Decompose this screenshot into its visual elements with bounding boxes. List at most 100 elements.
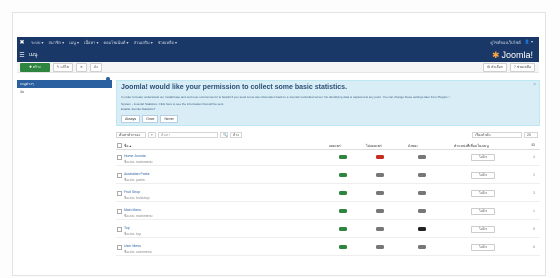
options-button[interactable]: ⚙ ตัวเลือก <box>482 62 507 72</box>
view-site-link[interactable]: ดูไซต์ของเว็บไซต์ <box>490 39 521 46</box>
published-count-badge[interactable] <box>339 227 347 231</box>
table-row: Home Joomla ชื่อเล่น: mainmenu ไม่มี ▾ 4 <box>116 151 540 166</box>
table-row: Main Menu ชื่อเล่น: mainmenu ไม่มี ▾ 1 <box>116 205 540 220</box>
page-title: เมนู <box>29 52 38 58</box>
col-unpublished: ไม่เผยแพร่ <box>366 144 382 148</box>
brand-text: Joomla! <box>501 50 533 60</box>
published-count-badge[interactable] <box>339 155 347 159</box>
statistics-notice: × Joomla! would like your permission to … <box>116 80 540 126</box>
table-row: Fruit Shop ชื่อเล่น: fruitshop ไม่มี ▾ 3 <box>116 187 540 202</box>
filter-options-button[interactable]: ค้นหาตัวกรอง <box>116 132 146 138</box>
sidebar-toggle-icon[interactable] <box>106 77 110 81</box>
row-checkbox[interactable] <box>117 173 122 178</box>
menu-components[interactable]: คอมโพเน้นท์ ▾ <box>103 39 128 46</box>
unpublished-count-badge[interactable] <box>376 245 384 249</box>
user-menu[interactable]: 👤 ▾ <box>525 39 533 46</box>
row-alias: ชื่อเล่น: fruitshop <box>124 195 150 200</box>
row-checkbox[interactable] <box>117 191 122 196</box>
delete-label: ✕ <box>80 65 83 69</box>
menu-menus[interactable]: เมนู ▾ <box>69 39 79 46</box>
menu-extensions[interactable]: ส่วนเสริม ▾ <box>134 39 153 46</box>
row-id: 2 <box>533 173 535 177</box>
delete-button[interactable]: ✕ <box>76 62 87 72</box>
trash-label: ถัง <box>93 65 98 69</box>
search-icon[interactable]: 🔍 <box>220 132 228 138</box>
trashed-count-badge[interactable] <box>418 209 426 213</box>
notice-question: Enable Joomla Statistics? <box>121 107 156 111</box>
list-icon: ☰ <box>19 52 25 59</box>
row-checkbox[interactable] <box>117 245 122 250</box>
unpublished-count-badge[interactable] <box>376 155 384 159</box>
row-id: 5 <box>533 227 535 231</box>
trashed-count-badge[interactable] <box>418 155 426 159</box>
row-alias: ชื่อเล่น: top <box>124 231 142 236</box>
linked-modules-select[interactable]: ไม่มี ▾ <box>471 244 495 251</box>
row-id: 4 <box>533 155 535 159</box>
table-row: Top ชื่อเล่น: top ไม่มี ▾ 5 <box>116 223 540 238</box>
trashed-count-badge[interactable] <box>418 191 426 195</box>
clear-button[interactable]: ล้าง <box>230 132 242 138</box>
close-icon[interactable]: × <box>533 82 536 88</box>
new-label: สร้าง <box>32 65 41 69</box>
trashed-count-badge[interactable] <box>418 173 426 177</box>
row-checkbox[interactable] <box>117 209 122 214</box>
top-menu-bar: ✖ ระบบ ▾ สมาชิก ▾ เมนู ▾ เนื้อหา ▾ คอมโพ… <box>17 37 539 48</box>
unpublished-count-badge[interactable] <box>376 173 384 177</box>
notice-text-1: In order to better understand our instal… <box>121 95 451 99</box>
once-button[interactable]: Once <box>142 115 159 123</box>
published-count-badge[interactable] <box>339 245 347 249</box>
row-title[interactable]: User Menu <box>124 244 141 248</box>
row-checkbox[interactable] <box>117 227 122 232</box>
trashed-count-badge[interactable] <box>418 227 426 231</box>
table-row: User Menu ชื่อเล่น: usermenu ไม่มี ▾ 6 <box>116 241 540 256</box>
col-title[interactable]: ชื่อ ▴ <box>124 143 131 149</box>
trashed-count-badge[interactable] <box>418 245 426 249</box>
new-button[interactable]: ✚ สร้าง <box>20 62 50 72</box>
always-button[interactable]: Always <box>121 115 141 123</box>
sidebar-item-items[interactable]: จัด <box>17 88 112 96</box>
limit-select[interactable]: 20 <box>524 132 538 138</box>
notice-text-2: System - Joomla! Statistics. Click here … <box>121 102 225 106</box>
unpublished-count-badge[interactable] <box>376 209 384 213</box>
sidebar-item-menus[interactable]: เมนูต่างๆ <box>17 80 112 88</box>
joomla-mini-icon[interactable]: ✖ <box>17 39 27 46</box>
search-input[interactable]: ค้นหา <box>158 132 218 138</box>
row-title[interactable]: Main Menu <box>124 208 141 212</box>
linked-modules-select[interactable]: ไม่มี ▾ <box>471 190 495 197</box>
joomla-logo: ✱ Joomla! <box>492 50 533 61</box>
help-button[interactable]: ? ช่วยเหลือ <box>509 62 535 72</box>
never-button[interactable]: Never <box>160 115 178 123</box>
select-all-checkbox[interactable] <box>117 143 122 148</box>
published-count-badge[interactable] <box>339 209 347 213</box>
col-id[interactable]: ID <box>532 143 536 147</box>
published-count-badge[interactable] <box>339 191 347 195</box>
row-alias: ชื่อเล่น: usermenu <box>124 249 152 254</box>
row-title[interactable]: Fruit Shop <box>124 190 140 194</box>
sort-select[interactable]: เรียงลำดับ <box>472 132 522 138</box>
unpublished-count-badge[interactable] <box>376 227 384 231</box>
unpublished-count-badge[interactable] <box>376 191 384 195</box>
col-trashed: ถังขยะ <box>408 144 419 148</box>
menu-users[interactable]: สมาชิก ▾ <box>49 39 65 46</box>
row-alias: ชื่อเล่น: mainmenu <box>124 213 153 218</box>
published-count-badge[interactable] <box>339 173 347 177</box>
menu-system[interactable]: ระบบ ▾ <box>31 39 44 46</box>
linked-modules-select[interactable]: ไม่มี ▾ <box>471 172 495 179</box>
menu-help[interactable]: ช่วยเหลือ ▾ <box>158 39 177 46</box>
trash-button[interactable]: ถัง <box>89 62 102 72</box>
top-menu: ระบบ ▾ สมาชิก ▾ เมนู ▾ เนื้อหา ▾ คอมโพเน… <box>31 39 177 46</box>
linked-modules-select[interactable]: ไม่มี ▾ <box>471 154 495 161</box>
row-title[interactable]: Home Joomla <box>124 154 146 158</box>
menu-content[interactable]: เนื้อหา ▾ <box>84 39 99 46</box>
row-title[interactable]: Top <box>124 226 130 230</box>
row-title[interactable]: Australian Parks <box>124 172 149 176</box>
col-published: เผยแพร่ <box>329 144 341 148</box>
table-row: Australian Parks ชื่อเล่น: parks ไม่มี ▾ 2 <box>116 169 540 184</box>
row-checkbox[interactable] <box>117 155 122 160</box>
filter-toggle-icon[interactable]: ▾ <box>148 132 156 138</box>
row-id: 6 <box>533 245 535 249</box>
edit-button[interactable]: ✎ แก้ไข <box>52 62 74 72</box>
linked-modules-select[interactable]: ไม่มี ▾ <box>471 226 495 233</box>
linked-modules-select[interactable]: ไม่มี ▾ <box>471 208 495 215</box>
filter-bar: ค้นหาตัวกรอง ▾ ค้นหา 🔍 ล้าง เรียงลำดับ 2… <box>116 131 540 139</box>
